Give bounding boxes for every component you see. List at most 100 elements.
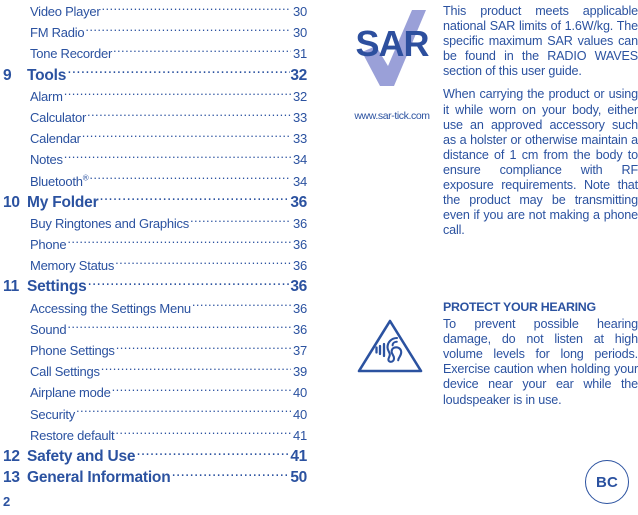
toc-entry-page: 30 [292,25,307,41]
toc-chapter-number: 10 [3,193,20,211]
toc-leader-dots [101,0,290,16]
toc-entry-page: 50 [290,469,307,487]
bc-badge: BC [585,460,629,504]
toc-entry-title: Call Settings [30,364,100,380]
manual-page: Video Player 30 FM Radio 30 Tone Recorder 31 9… [0,0,638,515]
toc-chapter-row[interactable]: 12 Safety and Use 41 [0,445,310,466]
toc-entry-title: Phone [30,237,67,253]
toc-entry-row[interactable]: Calendar 33 [0,127,310,148]
toc-entry-title: General Information [27,469,171,487]
toc-entry-title: Sound [30,321,67,337]
toc-entry-title: Video Player [30,4,101,19]
toc-chapter-row[interactable]: 10 My Folder 36 [0,191,310,212]
toc-chapter-number: 12 [3,447,20,465]
toc-leader-dots [190,212,291,228]
toc-entry-page: 36 [292,215,307,231]
toc-entry-row[interactable]: Tone Recorder 31 [0,42,310,63]
toc-entry-page: 32 [292,88,307,104]
toc-chapter-number: 9 [3,66,12,84]
toc-leader-dots [115,424,291,440]
toc-entry-row[interactable]: Buy Ringtones and Graphics 36 [0,212,310,233]
toc-entry-page: 40 [292,385,307,401]
sar-tick-url: www.sar-tick.com [354,110,430,122]
toc-entry-row[interactable]: Bluetooth® 34 [0,170,310,191]
toc-entry-row[interactable]: Calculator 33 [0,106,310,127]
toc-entry-title: Accessing the Settings Menu [30,300,191,316]
table-of-contents: Video Player 30 FM Radio 30 Tone Recorder 31 9… [0,0,310,515]
toc-entry-page: 37 [292,343,307,358]
toc-entry-row[interactable]: Restore default 41 [0,424,310,445]
sar-notice-text: This product meets applicable national S… [443,4,638,238]
toc-leader-dots [116,339,291,355]
hearing-body: To prevent possible hearing damage, do n… [443,317,638,407]
toc-leader-dots [76,403,291,419]
hearing-notice-text: PROTECT YOUR HEARING To prevent possible… [443,300,638,408]
toc-entry-title: Safety and Use [27,447,136,465]
toc-entry-title: Memory Status [30,258,115,274]
toc-entry-title: Calculator [30,109,87,125]
toc-entry-title: Alarm [30,88,63,104]
toc-entry-page: 34 [292,173,307,189]
notices-panel: SAR www.sar-tick.com This product meets … [336,0,638,515]
toc-entry-page: 33 [292,131,307,147]
toc-entry-row[interactable]: Phone 36 [0,233,310,254]
page-number: 2 [3,494,11,509]
toc-leader-dots [85,21,291,37]
toc-entry-row[interactable]: FM Radio 30 [0,21,310,42]
toc-entry-title: Tools [27,66,67,84]
toc-entry-title: Bluetooth® [30,173,89,189]
toc-entry-page: 39 [292,364,307,380]
toc-entry-page: 36 [292,258,307,274]
toc-leader-dots [101,360,291,376]
toc-entry-title: Restore default [30,427,115,443]
toc-entry-page: 40 [292,406,307,422]
toc-leader-dots [136,445,290,461]
toc-leader-dots [67,64,290,80]
toc-leader-dots [171,466,290,482]
toc-leader-dots [192,297,291,313]
toc-entry-title: Notes [30,152,63,168]
toc-entry-title: Settings [27,278,87,296]
toc-entry-page: 34 [292,152,307,168]
toc-entry-row[interactable]: Video Player 30 [0,0,310,21]
toc-entry-row[interactable]: Airplane mode 40 [0,381,310,402]
toc-entry-page: 36 [292,237,307,253]
toc-entry-page: 36 [290,193,307,211]
toc-leader-dots [67,233,291,249]
toc-chapter-row[interactable]: 13 General Information 50 [0,466,310,487]
toc-entry-page: 36 [292,300,307,316]
toc-entry-page: 33 [292,109,307,125]
toc-leader-dots [82,127,291,143]
toc-entry-title: Security [30,406,75,422]
toc-leader-dots [87,106,291,122]
toc-entry-title: Phone Settings [30,343,115,358]
toc-entry-page: 30 [292,4,307,19]
toc-entry-row[interactable]: Phone Settings 37 [0,339,310,360]
toc-entry-page: 31 [292,46,307,62]
toc-entry-row[interactable]: Memory Status 36 [0,254,310,275]
toc-entry-row[interactable]: Accessing the Settings Menu 36 [0,297,310,318]
toc-entry-page: 41 [290,447,307,465]
toc-leader-dots [88,275,291,291]
toc-chapter-row[interactable]: 11 Settings 36 [0,275,310,296]
hearing-heading: PROTECT YOUR HEARING [443,300,596,314]
toc-entry-row[interactable]: Call Settings 39 [0,360,310,381]
toc-chapter-row[interactable]: 9 Tools 32 [0,64,310,85]
toc-entry-page: 41 [292,427,307,443]
toc-entry-row[interactable]: Security 40 [0,403,310,424]
svg-text:SAR: SAR [355,23,429,64]
toc-entry-title: FM Radio [30,25,85,41]
toc-chapter-number: 13 [3,469,20,487]
toc-entry-row[interactable]: Sound 36 [0,318,310,339]
toc-chapter-number: 11 [3,278,19,296]
hearing-warning-icon [355,316,425,376]
toc-leader-dots [67,318,291,334]
sar-paragraph-2: When carrying the product or using it wh… [443,87,638,238]
toc-leader-dots [64,148,291,164]
sar-paragraph-1: This product meets applicable national S… [443,4,638,79]
toc-entry-page: 36 [292,321,307,337]
toc-entry-row[interactable]: Notes 34 [0,148,310,169]
toc-entry-page: 32 [290,66,307,84]
toc-leader-dots [99,191,290,207]
toc-entry-row[interactable]: Alarm 32 [0,85,310,106]
